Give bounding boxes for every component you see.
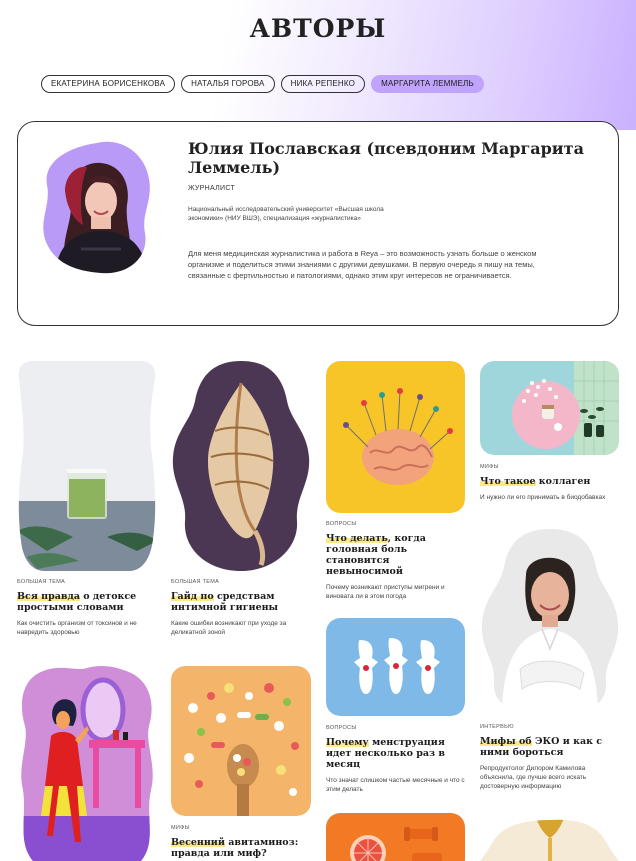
- article-card-menstruation[interactable]: ВОПРОСЫ Почему менструация идет нескольк…: [326, 618, 465, 794]
- article-title: Гайд по средствам интимной гигиены: [171, 591, 279, 613]
- article-image-honey-oil: [480, 818, 619, 861]
- article-card-avitaminosis[interactable]: МИФЫ Весенний авитаминоз: правда или миф…: [171, 666, 311, 859]
- article-card-hygiene[interactable]: БОЛЬШАЯ ТЕМА Гайд по средствам интимной …: [171, 361, 311, 637]
- article-title: Что такое коллаген: [480, 476, 591, 487]
- article-kicker: ВОПРОСЫ: [326, 521, 357, 527]
- article-title: Почему менструация идет несколько раз в …: [326, 737, 446, 770]
- author-name: Юлия Пославская (псевдоним Маргарита Лем…: [188, 139, 584, 177]
- article-title: Весенний авитаминоз: правда или миф?: [171, 837, 299, 859]
- article-image-vitamins: [171, 666, 311, 816]
- article-card-collagen[interactable]: МИФЫ Что такое коллаген И нужно ли его п…: [480, 361, 619, 502]
- article-kicker: МИФЫ: [480, 464, 499, 470]
- article-image-grapefruit: [326, 813, 465, 861]
- article-title: Что делать, когда головная боль становит…: [326, 533, 426, 577]
- article-kicker: БОЛЬШАЯ ТЕМА: [171, 579, 220, 585]
- article-description: Как очистить организм от токсинов и не н…: [17, 620, 137, 636]
- article-card-ivf-myths[interactable]: ИНТЕРВЬЮ Мифы об ЭКО и как с ними бороть…: [480, 529, 619, 791]
- tab-author-lemmel[interactable]: МАРГАРИТА ЛЕММЕЛЬ: [371, 75, 484, 93]
- tab-author-borisenkova[interactable]: ЕКАТЕРИНА БОРИСЕНКОВА: [41, 75, 176, 93]
- article-image-pills: [480, 361, 619, 455]
- author-role: ЖУРНАЛИСТ: [188, 185, 236, 192]
- article-image-smoothie: [17, 361, 157, 571]
- tab-author-gorova[interactable]: НАТАЛЬЯ ГОРОВА: [181, 75, 275, 93]
- article-description: И нужно ли его принимать в биодобавках: [480, 494, 606, 501]
- article-kicker: МИФЫ: [171, 825, 190, 831]
- article-card-headache[interactable]: ВОПРОСЫ Что делать, когда головная боль …: [326, 361, 465, 601]
- article-description: Репродуктолог Дилором Камилова объяснила…: [480, 765, 587, 790]
- author-tabs: ЕКАТЕРИНА БОРИСЕНКОВА НАТАЛЬЯ ГОРОВА НИК…: [41, 75, 484, 93]
- article-card-detox[interactable]: БОЛЬШАЯ ТЕМА Вся правда о детоксе просты…: [17, 361, 157, 637]
- avatar: [41, 139, 153, 275]
- article-description: Почему возникают приступы мигрени и вино…: [326, 584, 445, 600]
- article-description: Какие ошибки возникают при уходе за дели…: [171, 620, 287, 636]
- tab-author-repenko[interactable]: НИКА РЕПЕНКО: [280, 75, 366, 93]
- article-title: Мифы об ЭКО и как с ними бороться: [480, 736, 603, 758]
- article-image-woman-mirror: [17, 666, 157, 861]
- page-title: АВТОРЫ: [249, 14, 387, 43]
- article-image-doctor: [480, 529, 619, 716]
- article-description: Что значат слишком частые месячные и что…: [326, 777, 465, 793]
- article-kicker: БОЛЬШАЯ ТЕМА: [17, 579, 66, 585]
- article-image-seashell: [171, 361, 311, 571]
- author-profile-card: Юлия Пославская (псевдоним Маргарита Лем…: [17, 121, 619, 326]
- article-image-pads: [326, 618, 465, 716]
- article-image-brain: [326, 361, 465, 513]
- article-card-fitness[interactable]: [326, 813, 465, 861]
- article-card-illustration[interactable]: [17, 666, 157, 861]
- article-title: Вся правда о детоксе простыми словами: [17, 591, 137, 613]
- article-kicker: ИНТЕРВЬЮ: [480, 724, 514, 730]
- article-kicker: ВОПРОСЫ: [326, 725, 357, 731]
- author-bio: Для меня медицинская журналистика и рабо…: [188, 249, 537, 280]
- author-education: Национальный исследовательский университ…: [188, 206, 384, 222]
- article-card-oil[interactable]: [480, 818, 619, 861]
